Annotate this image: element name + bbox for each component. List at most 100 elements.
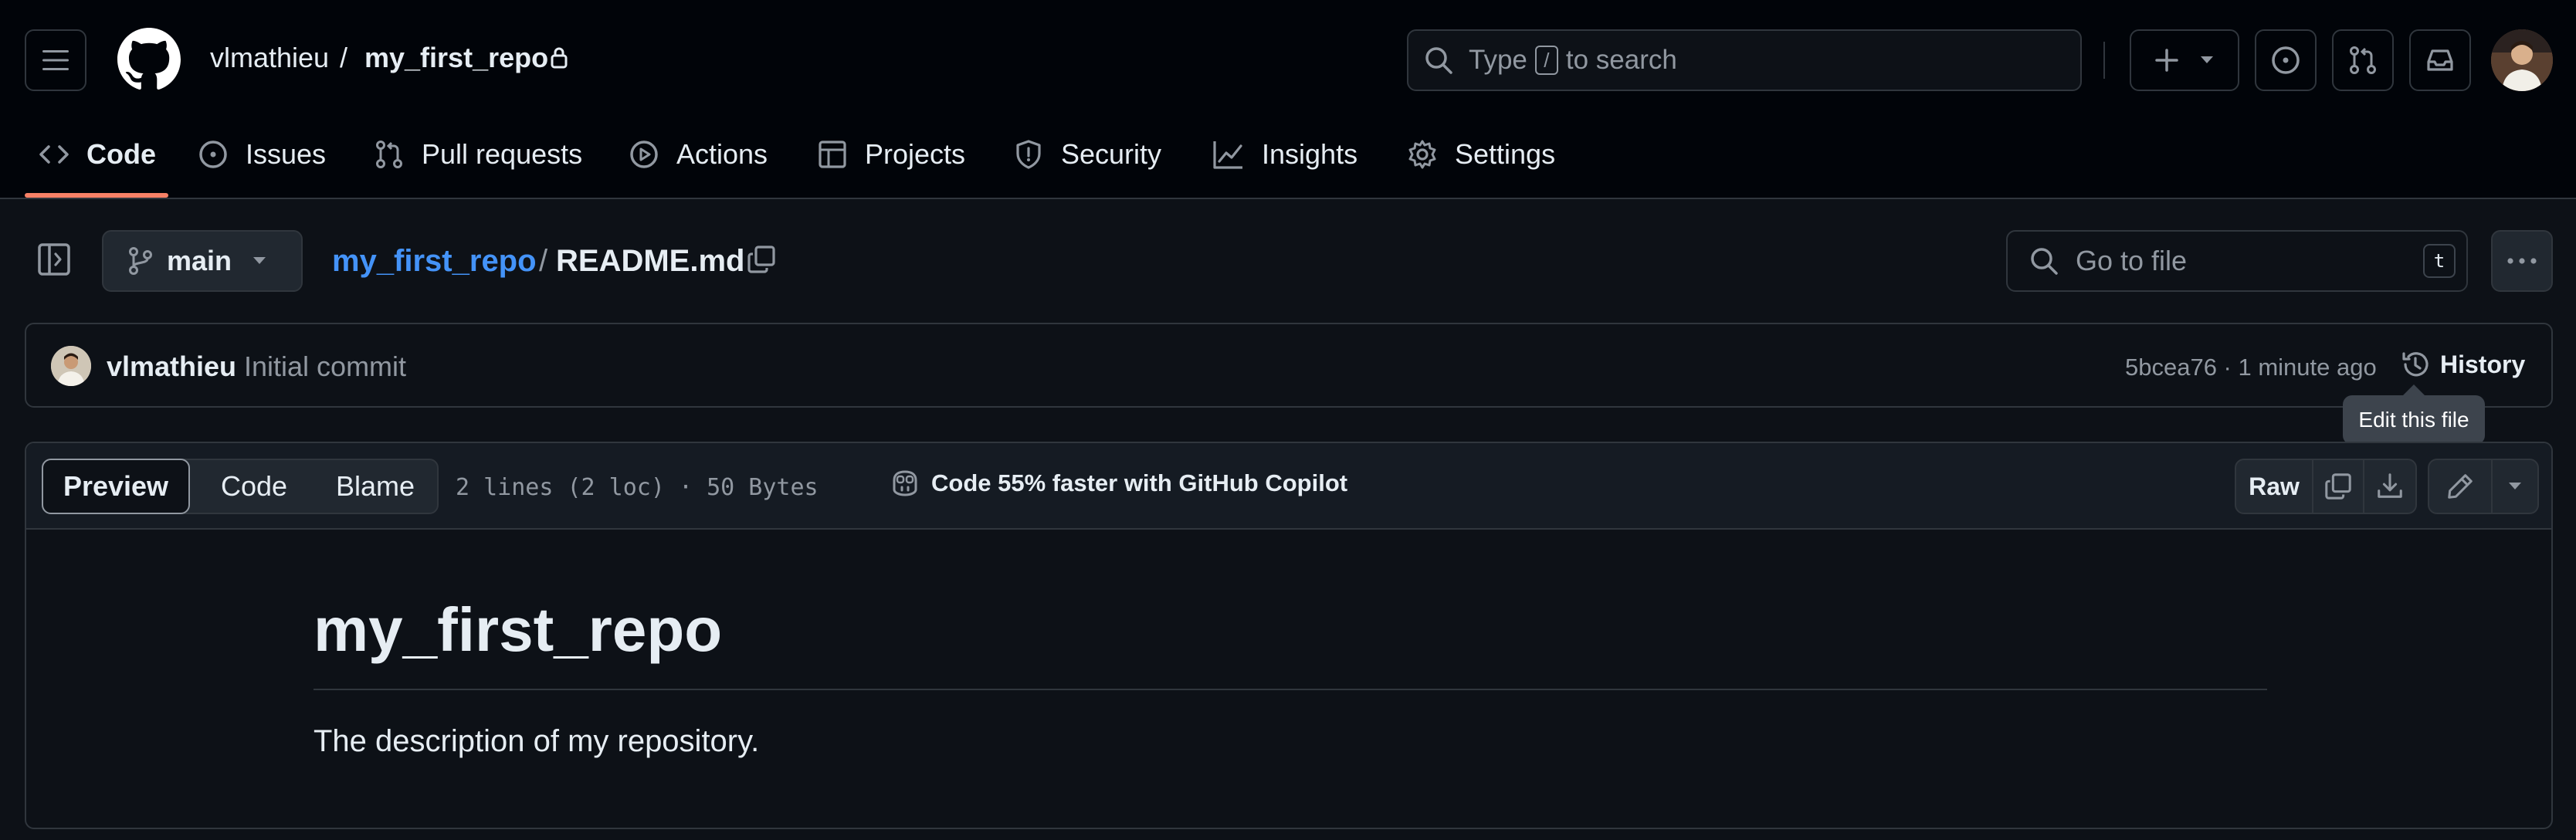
- caret-down-icon: [2509, 483, 2521, 489]
- table-icon: [819, 141, 846, 168]
- search-placeholder-suffix: to search: [1565, 45, 1677, 75]
- search-icon: [2031, 248, 2058, 275]
- edit-file-button[interactable]: [2429, 460, 2493, 513]
- commit-message-link[interactable]: Initial commit: [244, 351, 406, 383]
- plus-icon: [2155, 49, 2178, 72]
- tab-actions-label: Actions: [676, 138, 768, 170]
- go-to-file-placeholder: Go to file: [2076, 245, 2188, 276]
- history-button[interactable]: History: [2400, 349, 2525, 380]
- active-tab-indicator: [25, 193, 168, 198]
- tab-issues[interactable]: Issues: [198, 131, 326, 178]
- edit-options-dropdown[interactable]: [2493, 460, 2537, 513]
- raw-button[interactable]: Raw: [2236, 460, 2313, 513]
- repo-path-separator: /: [340, 42, 348, 73]
- tab-settings-label: Settings: [1455, 138, 1556, 170]
- copy-icon: [2325, 473, 2351, 500]
- branch-selector-button[interactable]: main: [102, 230, 303, 292]
- latest-commit-box: vlmathieu Initial commit 5bcea76 · 1 min…: [25, 323, 2553, 408]
- tab-insights-label: Insights: [1262, 138, 1358, 170]
- tab-security[interactable]: Security: [1013, 131, 1161, 178]
- history-label: History: [2440, 350, 2526, 378]
- avatar-image: [51, 346, 91, 386]
- edit-file-tooltip: Edit this file: [2343, 384, 2485, 445]
- breadcrumb-repo-link[interactable]: my_first_repo: [332, 244, 537, 279]
- copy-path-button[interactable]: [746, 244, 777, 275]
- copy-raw-button[interactable]: [2313, 460, 2364, 513]
- header-divider: [2103, 42, 2105, 79]
- user-avatar[interactable]: [2491, 29, 2553, 91]
- pull-requests-button[interactable]: [2332, 29, 2394, 91]
- sidebar-expand-icon: [38, 243, 70, 276]
- tab-blame[interactable]: Blame: [314, 460, 437, 513]
- tab-code-view[interactable]: Code: [196, 460, 312, 513]
- search-placeholder-prefix: Type: [1469, 45, 1527, 75]
- tab-pull-requests[interactable]: Pull requests: [374, 131, 582, 178]
- file-viewer: Preview Code Blame 2 lines (2 loc) · 50 …: [25, 442, 2553, 829]
- issue-icon: [2272, 46, 2300, 74]
- caret-down-icon: [253, 257, 266, 264]
- shield-icon: [1016, 140, 1041, 169]
- github-logo-icon: [117, 28, 181, 90]
- copilot-promo-label: Code 55% faster with GitHub Copilot: [931, 469, 1348, 496]
- github-logo-link[interactable]: [117, 28, 181, 91]
- file-toolbar: Preview Code Blame 2 lines (2 loc) · 50 …: [26, 443, 2551, 530]
- copy-icon: [747, 246, 775, 273]
- history-icon: [2402, 352, 2429, 377]
- go-to-file-input[interactable]: Go to file t: [2006, 230, 2468, 292]
- search-icon: [1425, 47, 1452, 74]
- tab-settings[interactable]: Settings: [1407, 131, 1555, 178]
- branch-name: main: [167, 245, 232, 276]
- tab-code-label: Code: [86, 138, 156, 170]
- sidebar-toggle-button[interactable]: [37, 242, 71, 276]
- avatar-image: [2491, 29, 2553, 91]
- tab-security-label: Security: [1061, 138, 1162, 170]
- pull-request-icon: [2350, 46, 2376, 74]
- copilot-icon: [893, 470, 917, 496]
- menu-button[interactable]: [25, 29, 86, 91]
- tab-preview[interactable]: Preview: [42, 459, 190, 514]
- tab-projects[interactable]: Projects: [817, 131, 965, 178]
- kebab-horizontal-icon: [2507, 258, 2537, 264]
- copilot-promo-link[interactable]: Code 55% faster with GitHub Copilot: [890, 469, 1347, 497]
- edit-actions-group: [2428, 459, 2539, 514]
- file-actions-group: Raw: [2235, 459, 2417, 514]
- lock-icon: [550, 46, 568, 69]
- issues-button[interactable]: [2255, 29, 2317, 91]
- issue-icon: [199, 141, 227, 168]
- commit-hash-time[interactable]: 5bcea76 · 1 minute ago: [2125, 354, 2377, 381]
- play-icon: [630, 141, 658, 168]
- breadcrumb-separator: /: [539, 244, 548, 278]
- git-branch-icon: [129, 247, 152, 275]
- inbox-button[interactable]: [2409, 29, 2471, 91]
- tab-projects-label: Projects: [865, 138, 966, 170]
- tab-actions[interactable]: Actions: [629, 131, 768, 178]
- global-header: vlmathieu / my_first_repo Type / to sear…: [0, 0, 2576, 199]
- file-stats: 2 lines (2 loc) · 50 Bytes: [456, 474, 819, 501]
- commit-author-link[interactable]: vlmathieu: [107, 351, 236, 383]
- tab-code[interactable]: Code: [39, 131, 156, 178]
- search-shortcut-key: /: [1534, 46, 1558, 75]
- pencil-icon: [2448, 474, 2473, 499]
- heading-divider: [314, 689, 2267, 690]
- repo-owner-link[interactable]: vlmathieu: [210, 42, 329, 74]
- tab-insights[interactable]: Insights: [1212, 131, 1357, 178]
- download-raw-button[interactable]: [2364, 460, 2415, 513]
- create-new-button[interactable]: [2130, 29, 2239, 91]
- hamburger-icon: [42, 50, 69, 70]
- commit-author-avatar[interactable]: [51, 346, 91, 386]
- pull-request-icon: [376, 141, 402, 168]
- global-search-input[interactable]: Type / to search: [1407, 29, 2082, 91]
- more-options-button[interactable]: [2491, 230, 2553, 292]
- code-icon: [39, 145, 69, 164]
- gear-icon: [1408, 140, 1436, 169]
- readme-heading: my_first_repo: [314, 595, 723, 664]
- tab-issues-label: Issues: [246, 138, 327, 170]
- tab-pull-requests-label: Pull requests: [422, 138, 583, 170]
- repo-name-link[interactable]: my_first_repo: [364, 42, 548, 74]
- go-to-file-shortcut: t: [2423, 244, 2456, 278]
- caret-down-icon: [2201, 56, 2213, 63]
- download-icon: [2378, 473, 2402, 498]
- breadcrumb-filename: README.md: [556, 244, 745, 278]
- inbox-icon: [2427, 49, 2453, 71]
- view-mode-segmented-control: Preview Code Blame: [42, 459, 439, 514]
